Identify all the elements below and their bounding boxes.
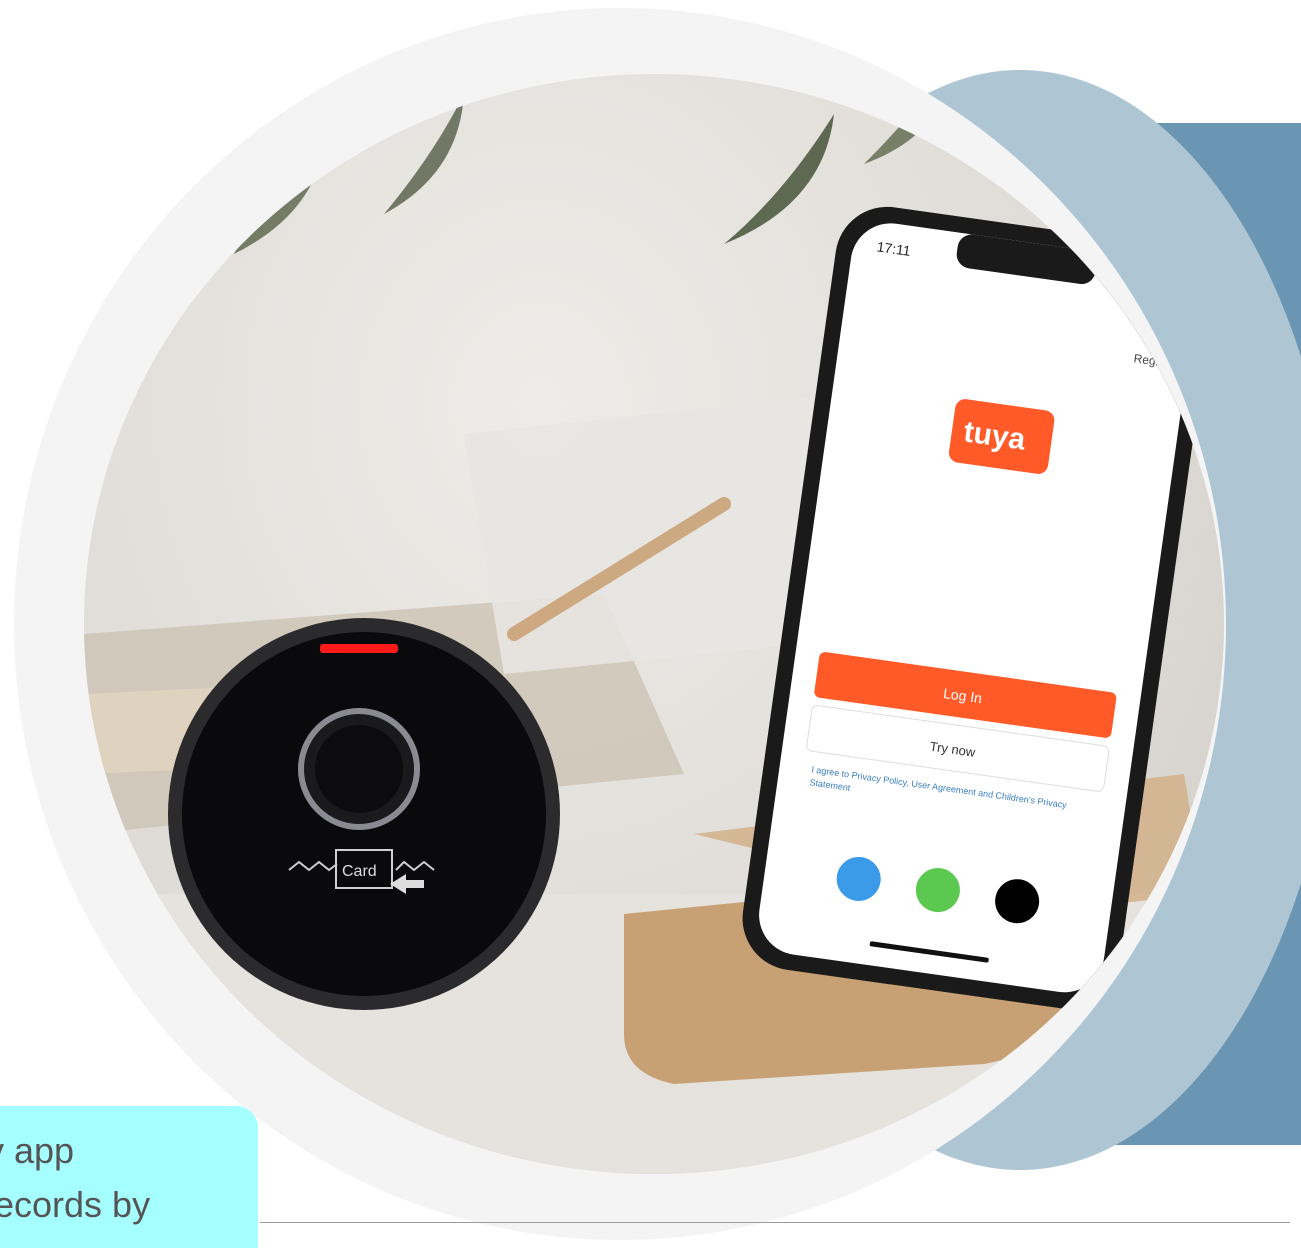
photo-scene: 17:11 Register tuya Log In Try now I agr… (84, 74, 1224, 1174)
fingerprint-sensor (315, 725, 403, 813)
caption-line-2: records by (0, 1184, 151, 1225)
product-photo: 17:11 Register tuya Log In Try now I agr… (84, 74, 1224, 1174)
leaf-4 (864, 74, 944, 164)
leaf-3 (724, 114, 834, 244)
card-label: Card (342, 863, 377, 880)
card-arrow-tail (404, 880, 424, 888)
divider-line (260, 1222, 1290, 1223)
leaf-2 (384, 94, 464, 214)
leaf-1 (234, 144, 324, 254)
status-led (320, 644, 398, 653)
caption-line-1: y app (0, 1130, 75, 1171)
caption-box: y app records by (0, 1106, 258, 1248)
